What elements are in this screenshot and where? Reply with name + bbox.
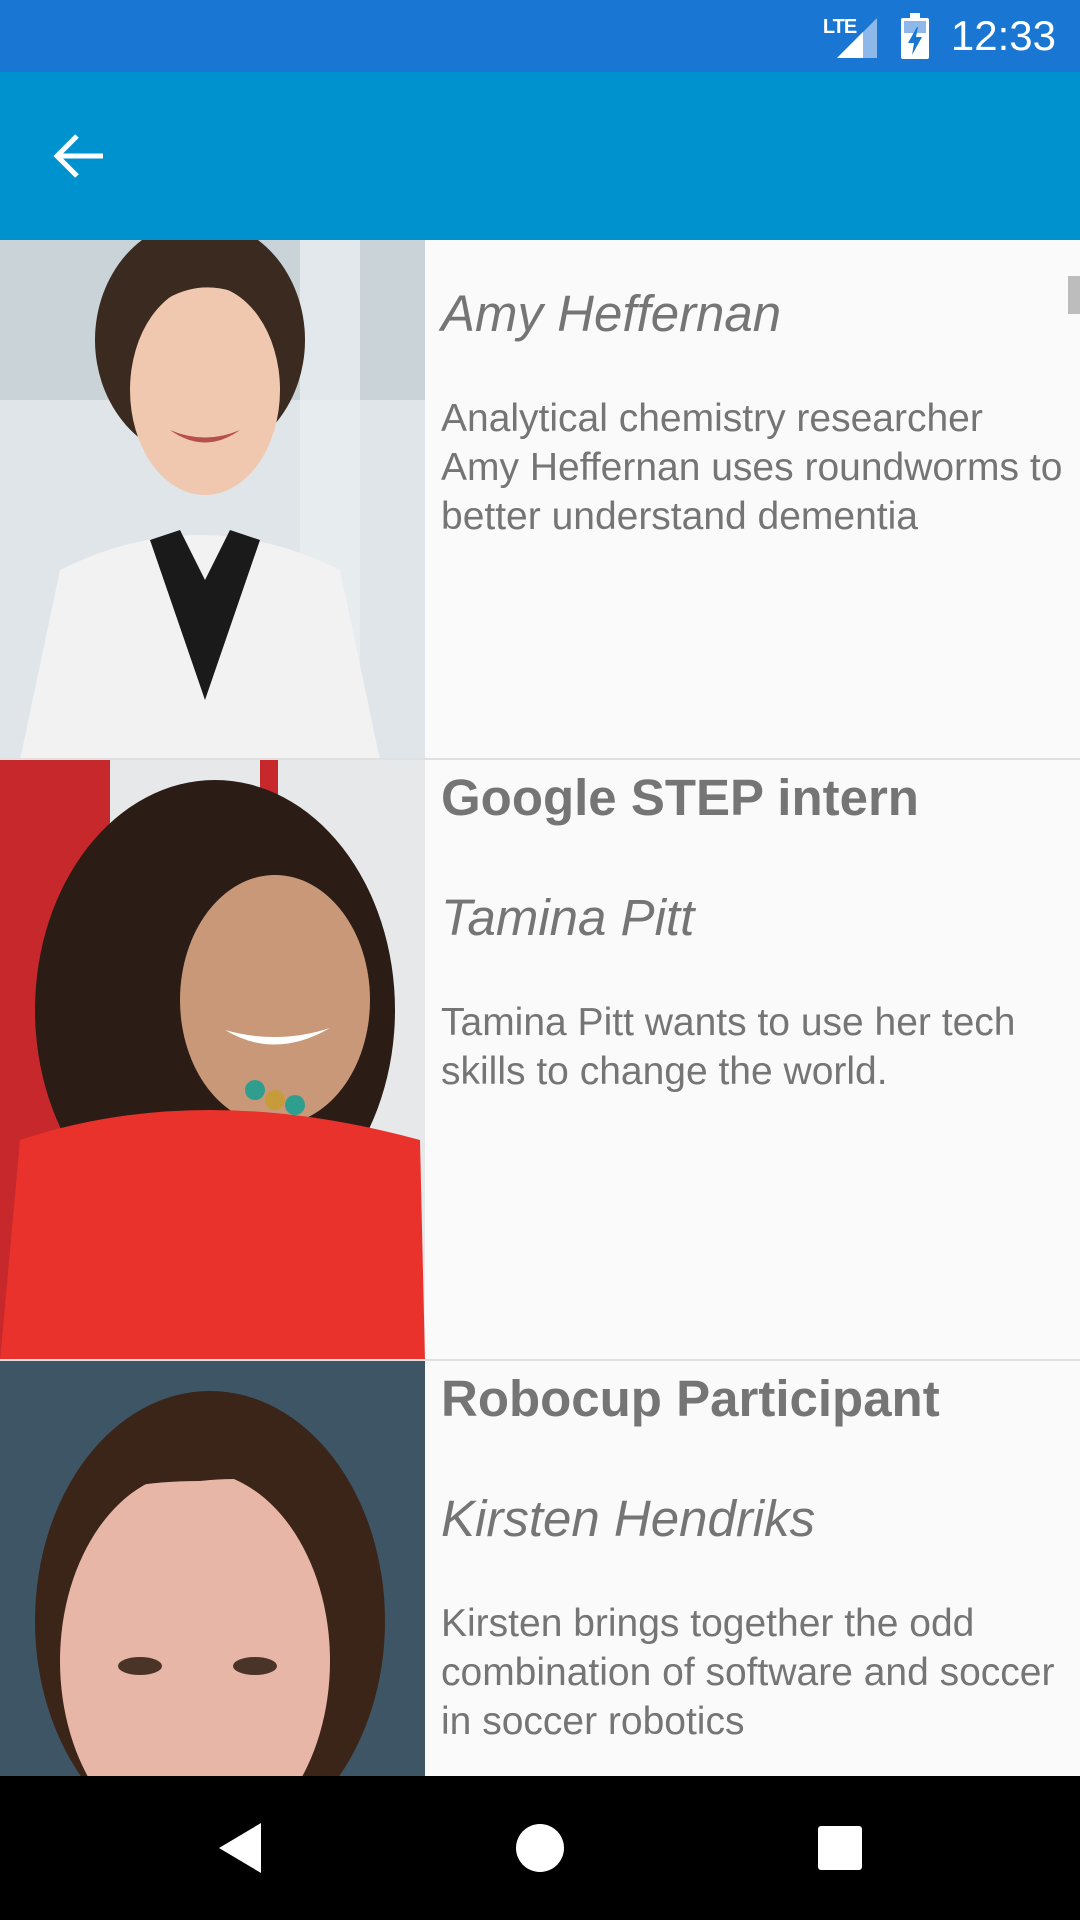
item-description: Tamina Pitt wants to use her tech skills… <box>441 1001 1016 1093</box>
person-name: Kirsten Hendriks <box>441 1490 816 1547</box>
signal-icon: LTE <box>823 12 879 60</box>
item-description: Kirsten brings together the odd combinat… <box>441 1602 1055 1743</box>
arrow-back-icon <box>53 134 103 178</box>
list-item[interactable]: Amy Heffernan Analytical chemistry resea… <box>0 240 1080 760</box>
navigation-bar <box>0 1776 1080 1920</box>
status-icons: LTE 12:33 <box>823 0 1056 72</box>
person-name: Tamina Pitt <box>441 889 695 946</box>
home-circle-icon <box>516 1824 564 1872</box>
status-bar: LTE 12:33 <box>0 0 1080 72</box>
back-button[interactable] <box>40 116 120 196</box>
scrollbar-thumb[interactable] <box>1068 276 1080 314</box>
clock: 12:33 <box>950 12 1056 59</box>
item-description: Analytical chemistry researcher Amy Heff… <box>441 397 1063 538</box>
profile-photo <box>0 1361 425 1776</box>
profile-photo <box>0 760 425 1359</box>
person-name: Amy Heffernan <box>441 285 782 342</box>
item-text: Robocup Participant Kirsten Hendriks Kir… <box>441 1361 1066 1746</box>
profile-list[interactable]: Amy Heffernan Analytical chemistry resea… <box>0 240 1080 1776</box>
item-text: Google STEP intern Tamina Pitt Tamina Pi… <box>441 760 1066 1096</box>
item-category: Robocup Participant <box>441 1370 940 1427</box>
nav-back-button[interactable] <box>200 1808 280 1888</box>
item-text: Amy Heffernan Analytical chemistry resea… <box>441 240 1066 541</box>
list-item[interactable]: Google STEP intern Tamina Pitt Tamina Pi… <box>0 760 1080 1361</box>
nav-recents-button[interactable] <box>800 1808 880 1888</box>
back-triangle-icon <box>219 1823 261 1873</box>
recents-square-icon <box>818 1826 862 1870</box>
battery-charging-icon <box>900 13 929 59</box>
nav-home-button[interactable] <box>500 1808 580 1888</box>
app-bar <box>0 72 1080 240</box>
profile-photo <box>0 240 425 758</box>
item-category: Google STEP intern <box>441 769 919 826</box>
list-item[interactable]: Robocup Participant Kirsten Hendriks Kir… <box>0 1361 1080 1776</box>
